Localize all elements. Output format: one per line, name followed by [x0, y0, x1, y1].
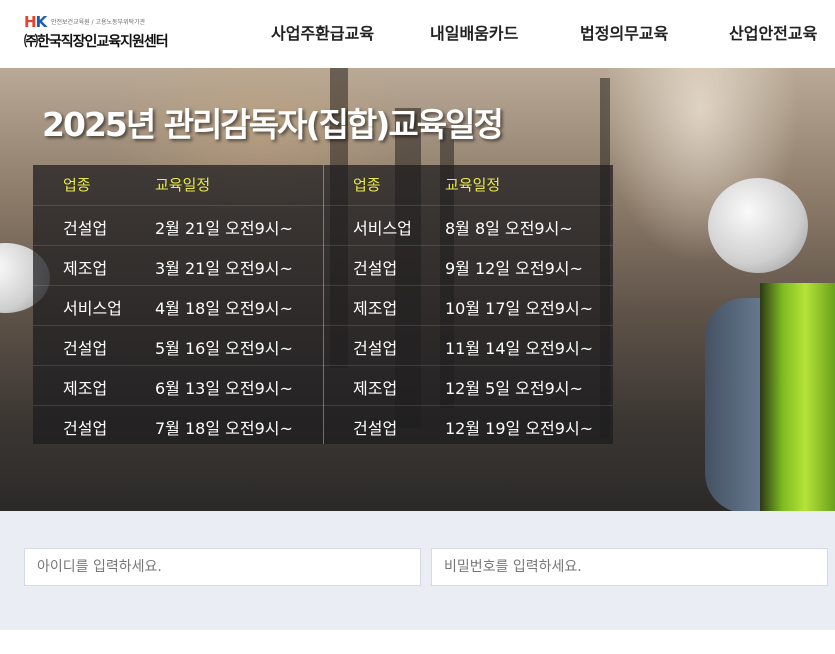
industry-cell: 건설업 — [63, 419, 108, 438]
schedule-cell: 10월 17일 오전9시~ — [445, 299, 594, 318]
industry-cell: 건설업 — [353, 259, 398, 278]
nav-item-industrial-safety-education[interactable]: 산업안전교육 — [729, 20, 817, 44]
schedule-cell: 5월 16일 오전9시~ — [155, 339, 293, 358]
user-id-input[interactable] — [24, 548, 421, 586]
login-panel — [0, 511, 835, 630]
industry-cell: 건설업 — [353, 339, 398, 358]
main-nav: 사업주환급교육 내일배움카드 법정의무교육 산업안전교육 — [0, 0, 835, 68]
helmet-right-image — [708, 178, 808, 273]
column-header-schedule: 교육일정 — [445, 176, 501, 194]
hero-banner: 2025년 관리감독자(집합)교육일정 업종 교육일정 건설업 2월 21일 오… — [0, 68, 835, 511]
schedule-column-right: 업종 교육일정 서비스업 8월 8일 오전9시~ 건설업 9월 12일 오전9시… — [323, 165, 613, 444]
schedule-column-left: 업종 교육일정 건설업 2월 21일 오전9시~ 제조업 3월 21일 오전9시… — [33, 165, 323, 444]
site-header: HK 안전보건교육원 / 고용노동부위탁기관 ㈜한국직장인교육지원센터 사업주환… — [0, 0, 835, 68]
industry-cell: 건설업 — [63, 219, 108, 238]
industry-cell: 건설업 — [353, 419, 398, 438]
page-bottom-area — [0, 630, 835, 654]
nav-item-legal-mandatory-education[interactable]: 법정의무교육 — [580, 20, 668, 44]
table-row: 제조업 3월 21일 오전9시~ — [33, 245, 323, 286]
schedule-cell: 11월 14일 오전9시~ — [445, 339, 594, 358]
safety-vest-image — [760, 283, 835, 511]
password-input[interactable] — [431, 548, 828, 586]
table-row: 건설업 9월 12일 오전9시~ — [323, 245, 613, 286]
schedule-cell: 12월 5일 오전9시~ — [445, 379, 583, 398]
banner-title: 2025년 관리감독자(집합)교육일정 — [42, 105, 504, 144]
industry-cell: 서비스업 — [353, 219, 412, 238]
industry-cell: 서비스업 — [63, 299, 122, 318]
table-row: 서비스업 8월 8일 오전9시~ — [323, 205, 613, 246]
nav-item-employer-refund-education[interactable]: 사업주환급교육 — [271, 20, 374, 44]
table-row: 제조업 12월 5일 오전9시~ — [323, 365, 613, 406]
schedule-cell: 12월 19일 오전9시~ — [445, 419, 594, 438]
table-row: 건설업 5월 16일 오전9시~ — [33, 325, 323, 366]
schedule-cell: 3월 21일 오전9시~ — [155, 259, 293, 278]
schedule-table: 업종 교육일정 건설업 2월 21일 오전9시~ 제조업 3월 21일 오전9시… — [33, 165, 613, 444]
industry-cell: 제조업 — [353, 379, 398, 398]
industry-cell: 제조업 — [353, 299, 398, 318]
industry-cell: 제조업 — [63, 259, 108, 278]
schedule-header-row: 업종 교육일정 — [323, 165, 613, 206]
column-header-schedule: 교육일정 — [155, 176, 211, 194]
schedule-cell: 6월 13일 오전9시~ — [155, 379, 293, 398]
table-row: 건설업 11월 14일 오전9시~ — [323, 325, 613, 366]
table-row: 건설업 2월 21일 오전9시~ — [33, 205, 323, 246]
schedule-cell: 7월 18일 오전9시~ — [155, 419, 293, 438]
nav-item-tomorrow-learning-card[interactable]: 내일배움카드 — [430, 20, 518, 44]
table-row: 제조업 10월 17일 오전9시~ — [323, 285, 613, 326]
column-header-industry: 업종 — [353, 176, 381, 194]
schedule-cell: 9월 12일 오전9시~ — [445, 259, 583, 278]
table-row: 제조업 6월 13일 오전9시~ — [33, 365, 323, 406]
table-row: 건설업 12월 19일 오전9시~ — [323, 405, 613, 445]
schedule-header-row: 업종 교육일정 — [33, 165, 323, 206]
table-row: 건설업 7월 18일 오전9시~ — [33, 405, 323, 445]
industry-cell: 건설업 — [63, 339, 108, 358]
schedule-cell: 4월 18일 오전9시~ — [155, 299, 293, 318]
table-row: 서비스업 4월 18일 오전9시~ — [33, 285, 323, 326]
column-header-industry: 업종 — [63, 176, 91, 194]
schedule-cell: 2월 21일 오전9시~ — [155, 219, 293, 238]
industry-cell: 제조업 — [63, 379, 108, 398]
schedule-cell: 8월 8일 오전9시~ — [445, 219, 573, 238]
